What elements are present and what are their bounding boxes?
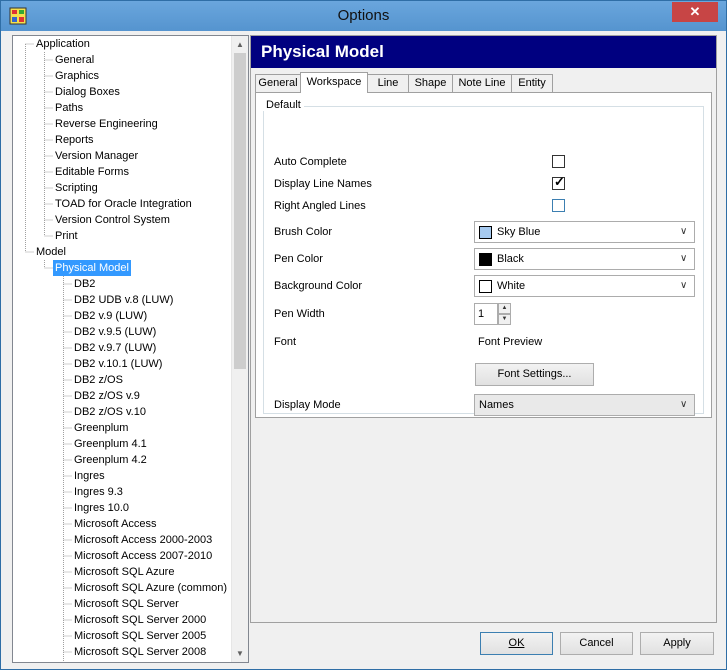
tab-shape[interactable]: Shape [408,74,453,92]
tree-item-ms-sql-server-2000[interactable]: Microsoft SQL Server 2000 [72,612,208,628]
tree-item-version-manager[interactable]: Version Manager [53,148,140,164]
spin-up-icon[interactable]: ▲ [498,303,511,314]
brush-color-value: Sky Blue [497,226,541,238]
tree-item-toad-integration[interactable]: TOAD for Oracle Integration [53,196,194,212]
tree-item-application[interactable]: Application [34,36,92,52]
tree-item-editable-forms[interactable]: Editable Forms [53,164,131,180]
tree-item-db2-zos-v9[interactable]: DB2 z/OS v.9 [72,388,142,404]
tree-item-ingres-93[interactable]: Ingres 9.3 [72,484,125,500]
tab-general[interactable]: General [255,74,301,92]
workspace-tab-page: Default Auto Complete Display Line Names… [255,92,712,418]
tree-item-db2-zos-v10[interactable]: DB2 z/OS v.10 [72,404,148,420]
settings-panel: Physical Model General Workspace Line Sh… [250,35,717,623]
tree-item-scripting[interactable]: Scripting [53,180,100,196]
tree-item-ms-sql-server-2005[interactable]: Microsoft SQL Server 2005 [72,628,208,644]
tree-item-physical-model[interactable]: Physical Model [53,260,131,276]
tree-item-reverse-engineering[interactable]: Reverse Engineering [53,116,160,132]
tab-line[interactable]: Line [367,74,409,92]
tree-item-greenplum[interactable]: Greenplum [72,420,130,436]
tree-item-general[interactable]: General [53,52,96,68]
font-preview: Font Preview [478,336,543,348]
tree-item-ms-sql-server-2008[interactable]: Microsoft SQL Server 2008 [72,644,208,660]
background-color-label: Background Color [274,280,363,292]
tree-item-greenplum-41[interactable]: Greenplum 4.1 [72,436,149,452]
apply-button-label: Apply [663,637,691,649]
auto-complete-checkbox[interactable] [552,155,565,168]
font-label: Font [274,336,297,348]
tree-item-ingres[interactable]: Ingres [72,468,107,484]
scrollbar-thumb[interactable] [234,53,246,369]
background-color-value: White [497,280,526,292]
tree-item-ms-access-2000[interactable]: Microsoft Access 2000-2003 [72,532,214,548]
tree-item-greenplum-42[interactable]: Greenplum 4.2 [72,452,149,468]
tree-item-ms-access-2007[interactable]: Microsoft Access 2007-2010 [72,548,214,564]
close-icon[interactable]: ✕ [672,2,718,22]
dialog-client: Application General Graphics Dialog Boxe… [9,32,720,663]
right-angled-lines-label: Right Angled Lines [274,200,366,212]
brush-color-dropdown[interactable]: Sky Blue ∨ [474,221,695,243]
tree-item-version-control[interactable]: Version Control System [53,212,172,228]
group-title: Default [263,99,304,111]
spin-down-icon[interactable]: ▼ [498,314,511,325]
tree-item-ms-access[interactable]: Microsoft Access [72,516,159,532]
tree-item-db2-v97[interactable]: DB2 v.9.7 (LUW) [72,340,158,356]
tab-workspace[interactable]: Workspace [300,72,368,93]
pen-color-label: Pen Color [274,253,323,265]
auto-complete-label: Auto Complete [274,156,347,168]
tree-item-graphics[interactable]: Graphics [53,68,101,84]
background-color-swatch [479,280,492,293]
ok-button-label: OK [508,637,525,649]
options-window: Options ✕ Application General Graphics D… [0,0,727,670]
display-line-names-checkbox[interactable]: ✓ [552,174,565,190]
display-mode-label: Display Mode [274,399,341,411]
tree-item-paths[interactable]: Paths [53,100,85,116]
ok-button[interactable]: OK [480,632,553,655]
tab-entity[interactable]: Entity [511,74,553,92]
display-mode-value: Names [479,399,514,411]
tab-note-line[interactable]: Note Line [452,74,512,92]
scroll-down-icon[interactable]: ▼ [232,645,248,662]
brush-color-label: Brush Color [274,226,333,238]
tree-item-ingres-100[interactable]: Ingres 10.0 [72,500,131,516]
display-line-names-label: Display Line Names [274,178,372,190]
tree-item-model[interactable]: Model [34,244,68,260]
tree-item-db2-v95[interactable]: DB2 v.9.5 (LUW) [72,324,158,340]
pen-color-dropdown[interactable]: Black ∨ [474,248,695,270]
brush-color-swatch [479,226,492,239]
tree-item-ms-sql-azure[interactable]: Microsoft SQL Azure [72,564,176,580]
background-color-dropdown[interactable]: White ∨ [474,275,695,297]
options-tree: Application General Graphics Dialog Boxe… [12,35,249,663]
checkmark-icon: ✓ [554,174,565,189]
tree-item-db2[interactable]: DB2 [72,276,97,292]
tree-item-ms-sql-azure-common[interactable]: Microsoft SQL Azure (common) [72,580,229,596]
panel-header: Physical Model [251,36,716,68]
cancel-button[interactable]: Cancel [560,632,633,655]
tree-item-db2-zos[interactable]: DB2 z/OS [72,372,125,388]
tree-item-db2-v9[interactable]: DB2 v.9 (LUW) [72,308,149,324]
pen-width-stepper[interactable]: 1 ▲ ▼ [474,303,511,325]
tree-item-db2-udb-v8[interactable]: DB2 UDB v.8 (LUW) [72,292,175,308]
scroll-up-icon[interactable]: ▲ [232,36,248,53]
pen-color-swatch [479,253,492,266]
cancel-button-label: Cancel [579,637,614,649]
display-mode-dropdown[interactable]: Names ∨ [474,394,695,416]
tree-item-db2-v101[interactable]: DB2 v.10.1 (LUW) [72,356,164,372]
tree-item-dialog-boxes[interactable]: Dialog Boxes [53,84,122,100]
chevron-down-icon: ∨ [680,226,688,237]
tree-item-print[interactable]: Print [53,228,80,244]
right-angled-lines-checkbox[interactable] [552,199,565,212]
chevron-down-icon: ∨ [680,399,688,410]
tree-item-reports[interactable]: Reports [53,132,96,148]
tree-item-ms-sql-server[interactable]: Microsoft SQL Server [72,596,181,612]
pen-color-value: Black [497,253,524,265]
title-bar: Options ✕ [1,1,726,31]
window-title: Options [337,7,390,24]
chevron-down-icon: ∨ [680,280,688,291]
chevron-down-icon: ∨ [680,253,688,264]
font-settings-button[interactable]: Font Settings... [475,363,594,386]
tree-scrollbar[interactable]: ▲ ▼ [231,36,248,662]
apply-button[interactable]: Apply [640,632,714,655]
pen-width-label: Pen Width [274,308,325,320]
pen-width-input[interactable]: 1 [474,303,498,325]
